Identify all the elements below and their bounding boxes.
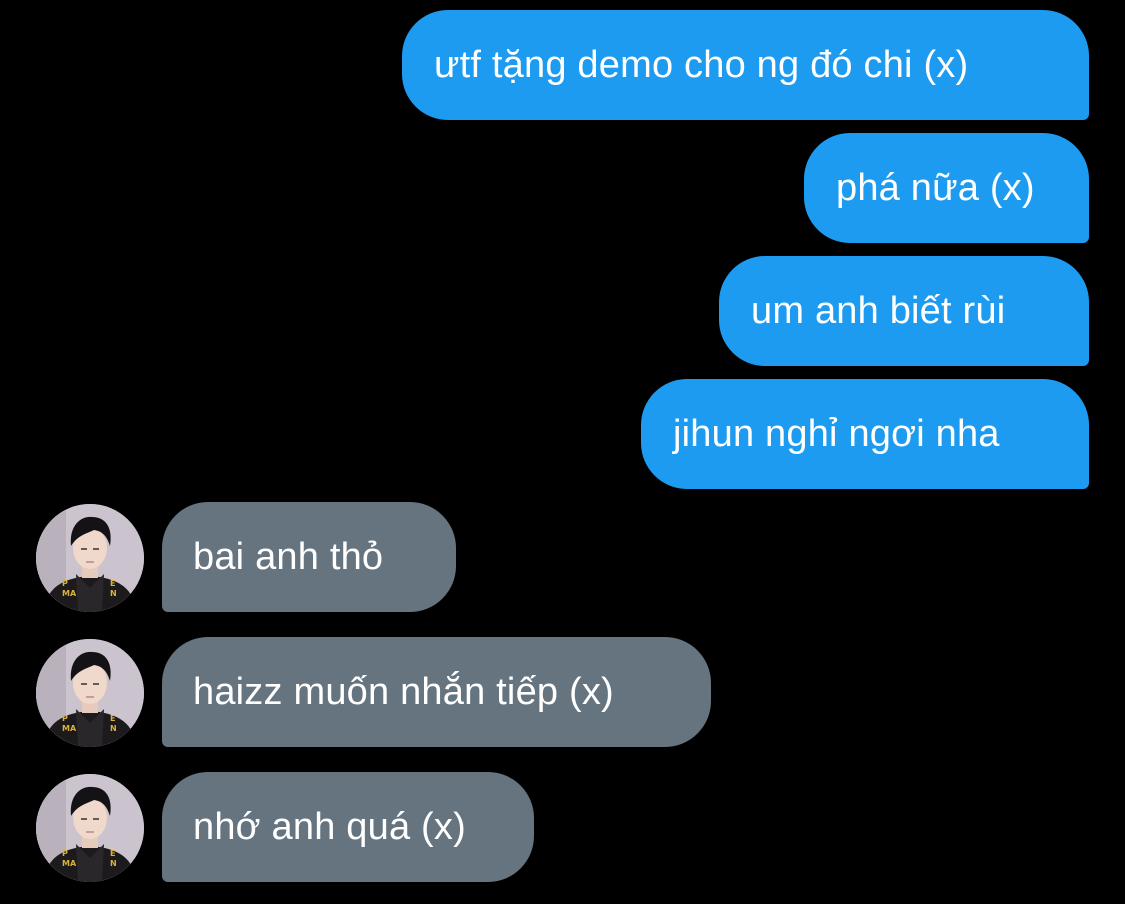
sent-message-row: jihun nghỉ ngơi nha (0, 379, 1125, 489)
avatar[interactable] (36, 504, 144, 612)
received-message-row: nhớ anh quá (x) (0, 772, 1125, 882)
sent-message-bubble[interactable]: um anh biết rùi (719, 256, 1089, 366)
sent-message-row: phá nữa (x) (0, 133, 1125, 243)
sent-message-bubble[interactable]: ưtf tặng demo cho ng đó chi (x) (402, 10, 1089, 120)
chat-thread: ưtf tặng demo cho ng đó chi (x) phá nữa … (0, 0, 1125, 904)
message-text: jihun nghỉ ngơi nha (673, 412, 1000, 455)
sent-message-bubble[interactable]: jihun nghỉ ngơi nha (641, 379, 1089, 489)
message-text: um anh biết rùi (751, 289, 1006, 332)
received-message-row: bai anh thỏ (0, 502, 1125, 612)
message-text: haizz muốn nhắn tiếp (x) (193, 670, 614, 713)
sent-message-bubble[interactable]: phá nữa (x) (804, 133, 1089, 243)
message-text: bai anh thỏ (193, 535, 384, 578)
avatar-image (36, 504, 144, 612)
avatar[interactable] (36, 639, 144, 747)
avatar[interactable] (36, 774, 144, 882)
message-text: ưtf tặng demo cho ng đó chi (x) (434, 43, 969, 86)
received-message-row: haizz muốn nhắn tiếp (x) (0, 637, 1125, 747)
message-text: phá nữa (x) (836, 166, 1035, 209)
sent-message-row: ưtf tặng demo cho ng đó chi (x) (0, 10, 1125, 120)
received-message-bubble[interactable]: bai anh thỏ (162, 502, 456, 612)
received-message-bubble[interactable]: nhớ anh quá (x) (162, 772, 534, 882)
received-message-bubble[interactable]: haizz muốn nhắn tiếp (x) (162, 637, 711, 747)
avatar-image (36, 639, 144, 747)
message-text: nhớ anh quá (x) (193, 805, 466, 848)
sent-message-row: um anh biết rùi (0, 256, 1125, 366)
avatar-image (36, 774, 144, 882)
